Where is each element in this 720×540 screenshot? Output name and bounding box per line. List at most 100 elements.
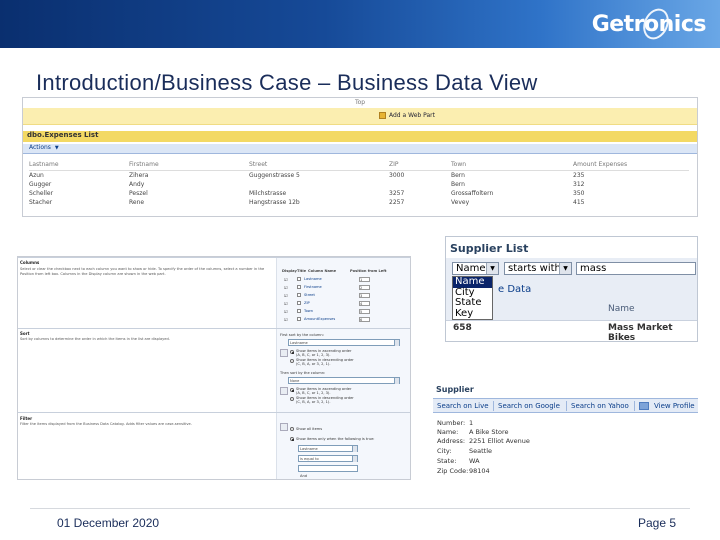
operator-select[interactable]: starts with ▼ bbox=[504, 262, 572, 275]
dropdown-option[interactable]: Key bbox=[453, 308, 492, 320]
add-webpart-link[interactable]: Add a Web Part bbox=[389, 112, 435, 119]
action-link-bar: Search on Live Search on Google Search o… bbox=[433, 398, 698, 413]
position-select[interactable]: 5 bbox=[359, 309, 370, 314]
display-checkbox[interactable]: ☑ bbox=[284, 277, 288, 282]
table-cell: 415 bbox=[573, 199, 585, 206]
table-cell: Milchstrasse bbox=[249, 190, 287, 197]
title-checkbox[interactable] bbox=[297, 285, 301, 289]
display-checkbox[interactable]: ☑ bbox=[284, 285, 288, 290]
column-setting-row: ☑ Town 5 bbox=[284, 309, 404, 315]
table-cell: Scheller bbox=[29, 190, 54, 197]
select-value: Name bbox=[456, 263, 486, 274]
divider bbox=[493, 401, 494, 411]
actions-menu[interactable]: Actions bbox=[29, 144, 51, 151]
table-cell: Guggenstrasse 5 bbox=[249, 172, 300, 179]
dropdown-option[interactable]: Name bbox=[453, 276, 492, 288]
descending-radio[interactable] bbox=[290, 397, 294, 401]
display-checkbox[interactable]: ☑ bbox=[284, 317, 288, 322]
column-header[interactable]: ZIP bbox=[389, 161, 451, 171]
row-name-link[interactable]: Mass Market Bikes bbox=[608, 323, 697, 341]
section-title: Sort bbox=[20, 331, 30, 336]
view-profile-link[interactable]: View Profile bbox=[654, 402, 695, 410]
position-select[interactable]: 2 bbox=[359, 285, 370, 290]
select-value: Lastname bbox=[300, 447, 318, 451]
ascending-label: Show items in ascending order (A, B, C, … bbox=[296, 387, 352, 395]
position-select[interactable]: 1 bbox=[359, 277, 370, 282]
filter-column-select[interactable]: Lastname bbox=[298, 445, 358, 452]
column-header[interactable]: Amount Expenses bbox=[573, 161, 689, 171]
field-dropdown-menu: Name City State Key bbox=[452, 276, 493, 320]
webpart-zone-bar: Add a Web Part bbox=[23, 108, 697, 125]
position-select[interactable]: 3 bbox=[359, 293, 370, 298]
chevron-down-icon[interactable]: ▼ bbox=[559, 263, 571, 274]
zone-label: Top bbox=[354, 99, 366, 106]
primary-sort-select[interactable]: Lastname bbox=[288, 339, 400, 346]
secondary-sort-select[interactable]: None bbox=[288, 377, 400, 384]
chevron-down-icon[interactable]: ▼ bbox=[486, 263, 498, 274]
supplier-title: Supplier bbox=[436, 385, 474, 394]
footer-divider bbox=[30, 508, 690, 509]
dropdown-option[interactable]: State bbox=[453, 297, 492, 309]
position-value: 6 bbox=[360, 318, 363, 322]
chevron-down-icon[interactable] bbox=[394, 340, 399, 346]
display-checkbox[interactable]: ☑ bbox=[284, 309, 288, 314]
position-value: 5 bbox=[360, 310, 363, 314]
column-setting-row: ☑ AmountExpenses 6 bbox=[284, 317, 404, 323]
add-webpart-icon bbox=[379, 112, 386, 119]
ascending-radio[interactable] bbox=[290, 350, 294, 354]
table-cell: 3000 bbox=[389, 172, 405, 179]
column-header[interactable]: Town bbox=[451, 161, 573, 171]
column-header[interactable]: Firstname bbox=[129, 161, 249, 171]
column-name: Town bbox=[304, 309, 313, 313]
profile-icon[interactable] bbox=[639, 402, 649, 410]
footer-date: 01 December 2020 bbox=[57, 516, 160, 530]
expenses-list-screenshot: Top Add a Web Part dbo.Expenses List Act… bbox=[22, 97, 698, 217]
filter-icon bbox=[280, 423, 288, 431]
table-cell: Vevey bbox=[451, 199, 470, 206]
position-select[interactable]: 4 bbox=[359, 301, 370, 306]
search-yahoo-link[interactable]: Search on Yahoo bbox=[571, 402, 629, 410]
search-live-link[interactable]: Search on Live bbox=[437, 402, 489, 410]
column-header[interactable]: Lastname bbox=[29, 161, 129, 171]
title-checkbox[interactable] bbox=[297, 301, 301, 305]
show-all-radio[interactable] bbox=[290, 427, 294, 431]
chevron-down-icon[interactable]: ▼ bbox=[55, 145, 59, 151]
ascending-radio[interactable] bbox=[290, 388, 294, 392]
field-value: 1 bbox=[469, 419, 474, 427]
filter-operator-select[interactable]: is equal to bbox=[298, 455, 358, 462]
sort-ascending-icon bbox=[280, 349, 288, 357]
descending-label: Show items in descending order (C, B, A,… bbox=[296, 358, 354, 366]
table-cell: 312 bbox=[573, 181, 585, 188]
chevron-down-icon[interactable] bbox=[352, 456, 357, 462]
field-label: Name: bbox=[437, 428, 459, 436]
filter-value-input[interactable] bbox=[298, 465, 358, 472]
title-checkbox[interactable] bbox=[297, 277, 301, 281]
chevron-down-icon[interactable] bbox=[394, 378, 399, 384]
column-header[interactable]: Street bbox=[249, 161, 389, 171]
show-when-radio[interactable] bbox=[290, 437, 294, 441]
search-input[interactable]: mass bbox=[576, 262, 696, 275]
descending-radio[interactable] bbox=[290, 359, 294, 363]
search-google-link[interactable]: Search on Google bbox=[498, 402, 560, 410]
display-checkbox[interactable]: ☑ bbox=[284, 301, 288, 306]
section-description: Filter the items displayed from the Busi… bbox=[20, 422, 192, 426]
table-cell bbox=[249, 180, 389, 189]
select-value: None bbox=[290, 379, 300, 383]
table-row: Gugger Andy Bern 312 bbox=[29, 180, 689, 189]
title-checkbox[interactable] bbox=[297, 309, 301, 313]
table-header-row: Lastname Firstname Street ZIP Town Amoun… bbox=[29, 161, 689, 171]
field-select[interactable]: Name ▼ bbox=[452, 262, 499, 275]
column-header[interactable]: Name bbox=[608, 304, 635, 314]
table-cell: Stacher bbox=[29, 199, 53, 206]
chevron-down-icon[interactable] bbox=[352, 446, 357, 452]
supplier-list-screenshot: Supplier List Name ▼ starts with ▼ mass … bbox=[445, 236, 698, 342]
divider bbox=[566, 401, 567, 411]
field-label: Address: bbox=[437, 437, 466, 445]
table-cell: Grossaffoltern bbox=[451, 190, 494, 197]
title-checkbox[interactable] bbox=[297, 293, 301, 297]
title-checkbox[interactable] bbox=[297, 317, 301, 321]
section-description: Select or clear the checkbox next to eac… bbox=[20, 267, 265, 276]
display-checkbox[interactable]: ☑ bbox=[284, 293, 288, 298]
position-select[interactable]: 6 bbox=[359, 317, 370, 322]
table-cell: 350 bbox=[573, 190, 585, 197]
